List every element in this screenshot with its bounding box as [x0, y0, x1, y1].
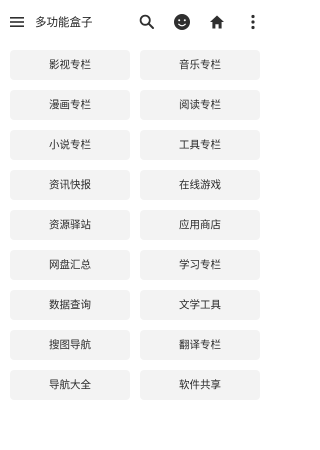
category-button-cloud-drives[interactable]: 网盘汇总 [10, 250, 130, 280]
category-button-movies[interactable]: 影视专栏 [10, 50, 130, 80]
app-bar: 多功能盒子 [0, 0, 270, 44]
category-button-novels[interactable]: 小说专栏 [10, 130, 130, 160]
category-button-learning[interactable]: 学习专栏 [140, 250, 260, 280]
category-button-navigation[interactable]: 导航大全 [10, 370, 130, 400]
category-button-news[interactable]: 资讯快报 [10, 170, 130, 200]
category-button-data-query[interactable]: 数据查询 [10, 290, 130, 320]
category-button-comics[interactable]: 漫画专栏 [10, 90, 130, 120]
app-title: 多功能盒子 [35, 15, 93, 29]
category-button-image-search[interactable]: 搜图导航 [10, 330, 130, 360]
category-button-app-store[interactable]: 应用商店 [140, 210, 260, 240]
category-button-music[interactable]: 音乐专栏 [140, 50, 260, 80]
category-button-literary-tools[interactable]: 文学工具 [140, 290, 260, 320]
menu-icon[interactable] [8, 13, 26, 31]
category-button-software-share[interactable]: 软件共享 [140, 370, 260, 400]
more-vertical-icon[interactable] [243, 12, 263, 32]
face-icon[interactable] [172, 12, 192, 32]
category-button-translation[interactable]: 翻译专栏 [140, 330, 260, 360]
category-button-games[interactable]: 在线游戏 [140, 170, 260, 200]
category-button-tools[interactable]: 工具专栏 [140, 130, 260, 160]
home-icon[interactable] [207, 12, 227, 32]
category-button-reading[interactable]: 阅读专栏 [140, 90, 260, 120]
search-icon[interactable] [137, 12, 157, 32]
category-button-resources[interactable]: 资源驿站 [10, 210, 130, 240]
